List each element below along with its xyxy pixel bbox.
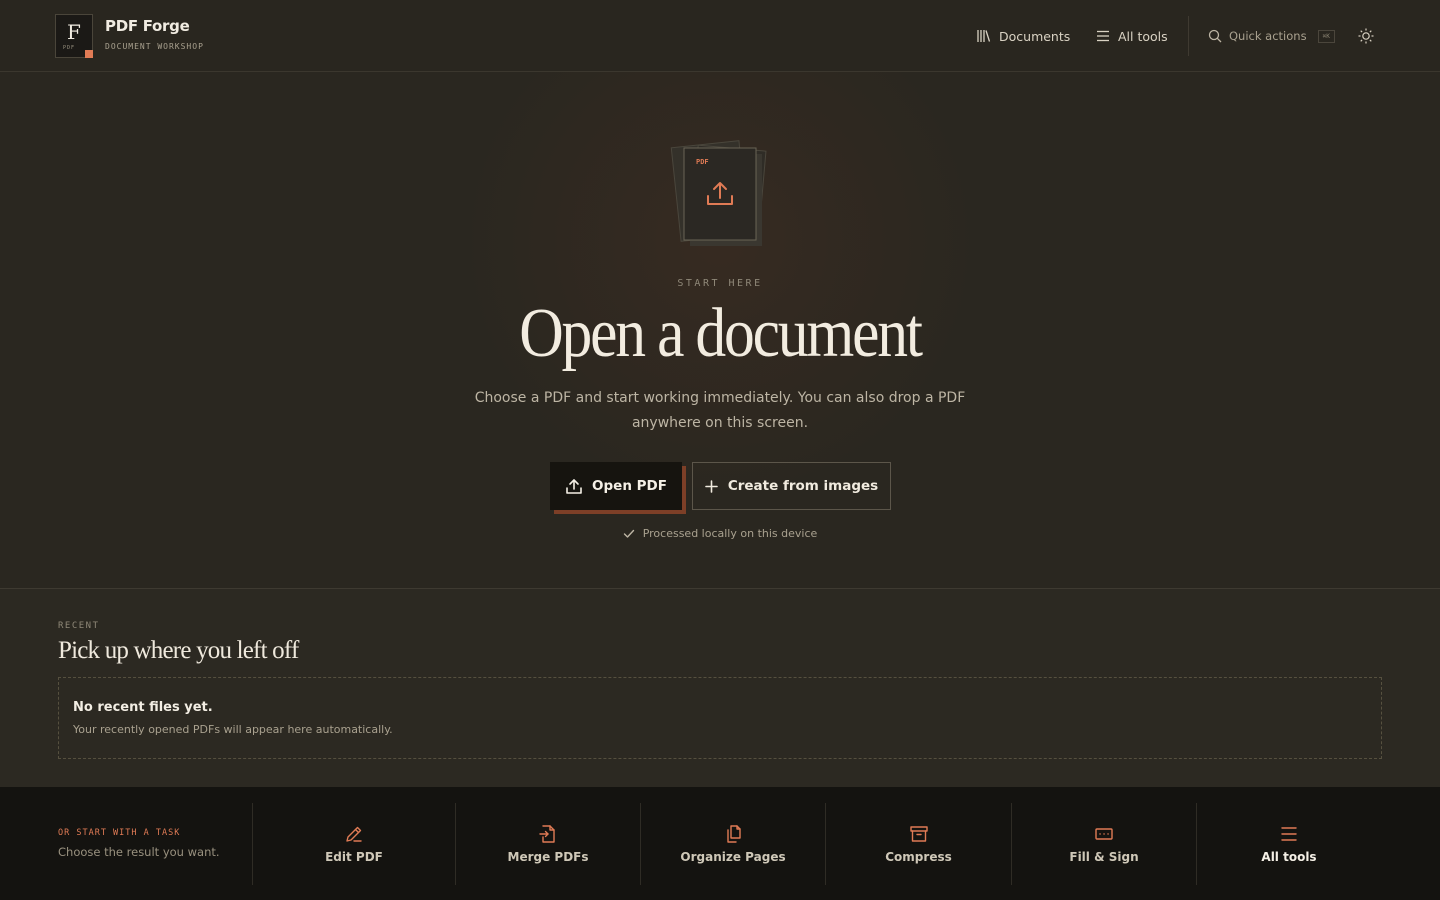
app-logo[interactable]: F PDF [55, 14, 93, 58]
logo-letter: F [67, 20, 81, 44]
quick-actions-label: Quick actions [1229, 29, 1307, 43]
page-title: Open a document [519, 295, 923, 372]
task-compress[interactable]: Compress [826, 803, 1011, 885]
brand-name: PDF Forge [105, 17, 190, 35]
empty-state-description: Your recently opened PDFs will appear he… [73, 723, 393, 736]
task-label: Organize Pages [680, 850, 786, 864]
brand-tagline: DOCUMENT WORKSHOP [105, 42, 204, 51]
task-edit-pdf[interactable]: Edit PDF [253, 803, 455, 885]
library-icon [977, 30, 991, 42]
task-bar: OR START WITH A TASK Choose the result y… [0, 787, 1440, 900]
privacy-note-text: Processed locally on this device [642, 527, 818, 540]
nav-documents[interactable]: Documents [976, 24, 1070, 48]
task-label: All tools [1261, 850, 1317, 864]
empty-state-title: No recent files yet. [73, 700, 213, 715]
nav-divider [1188, 16, 1189, 56]
task-all-tools[interactable]: All tools [1197, 803, 1381, 885]
logo-accent-dot [85, 50, 93, 58]
hero-description: Choose a PDF and start working immediate… [474, 390, 966, 431]
logo-badge: PDF [63, 45, 76, 51]
open-pdf-label: Open PDF [592, 478, 667, 494]
check-icon [623, 529, 634, 538]
create-from-images-label: Create from images [727, 478, 879, 494]
pages-stack-icon [727, 825, 741, 843]
quick-actions-shortcut: ⌘K [1317, 29, 1335, 43]
tasks-eyebrow: OR START WITH A TASK [58, 828, 181, 838]
file-merge-icon [539, 825, 555, 843]
task-label: Fill & Sign [1069, 850, 1139, 864]
document-stack-icon: PDF [670, 140, 767, 246]
archive-box-icon [909, 826, 928, 842]
svg-text:PDF: PDF [696, 158, 709, 166]
nav-documents-label: Documents [999, 28, 1071, 44]
task-merge-pdfs[interactable]: Merge PDFs [456, 803, 640, 885]
task-label: Edit PDF [325, 850, 383, 864]
menu-icon [1097, 30, 1109, 42]
recent-title: Pick up where you left off [58, 637, 299, 664]
task-label: Merge PDFs [507, 850, 589, 864]
pencil-icon [346, 826, 362, 842]
task-label: Compress [885, 850, 952, 864]
create-from-images-button[interactable]: Create from images [692, 462, 891, 510]
document-drop-illustration[interactable]: PDF [666, 134, 774, 252]
hero-eyebrow: START HERE [677, 278, 763, 289]
quick-actions-button[interactable]: Quick actions ⌘K [1208, 26, 1335, 46]
nav-all-tools-label: All tools [1118, 28, 1168, 44]
open-pdf-button[interactable]: Open PDF [550, 462, 682, 510]
recent-files-section: RECENT Pick up where you left off No rec… [0, 589, 1440, 787]
recent-empty-state: No recent files yet. Your recently opene… [58, 677, 1382, 759]
task-organize-pages[interactable]: Organize Pages [641, 803, 825, 885]
form-field-icon [1095, 828, 1113, 840]
search-icon [1208, 29, 1222, 43]
sun-icon [1358, 28, 1374, 44]
recent-eyebrow: RECENT [58, 621, 100, 631]
privacy-note: Processed locally on this device [0, 527, 1440, 540]
menu-lines-icon [1281, 827, 1297, 841]
top-header: F PDF PDF Forge DOCUMENT WORKSHOP Docume… [0, 0, 1440, 72]
plus-icon [705, 479, 718, 493]
hero-section: PDF START HERE Open a document Choose a … [0, 72, 1440, 589]
task-fill-sign[interactable]: Fill & Sign [1012, 803, 1196, 885]
nav-all-tools[interactable]: All tools [1096, 24, 1168, 48]
theme-toggle-button[interactable] [1356, 26, 1376, 46]
tasks-subtitle: Choose the result you want. [58, 845, 220, 859]
upload-icon [566, 478, 582, 494]
